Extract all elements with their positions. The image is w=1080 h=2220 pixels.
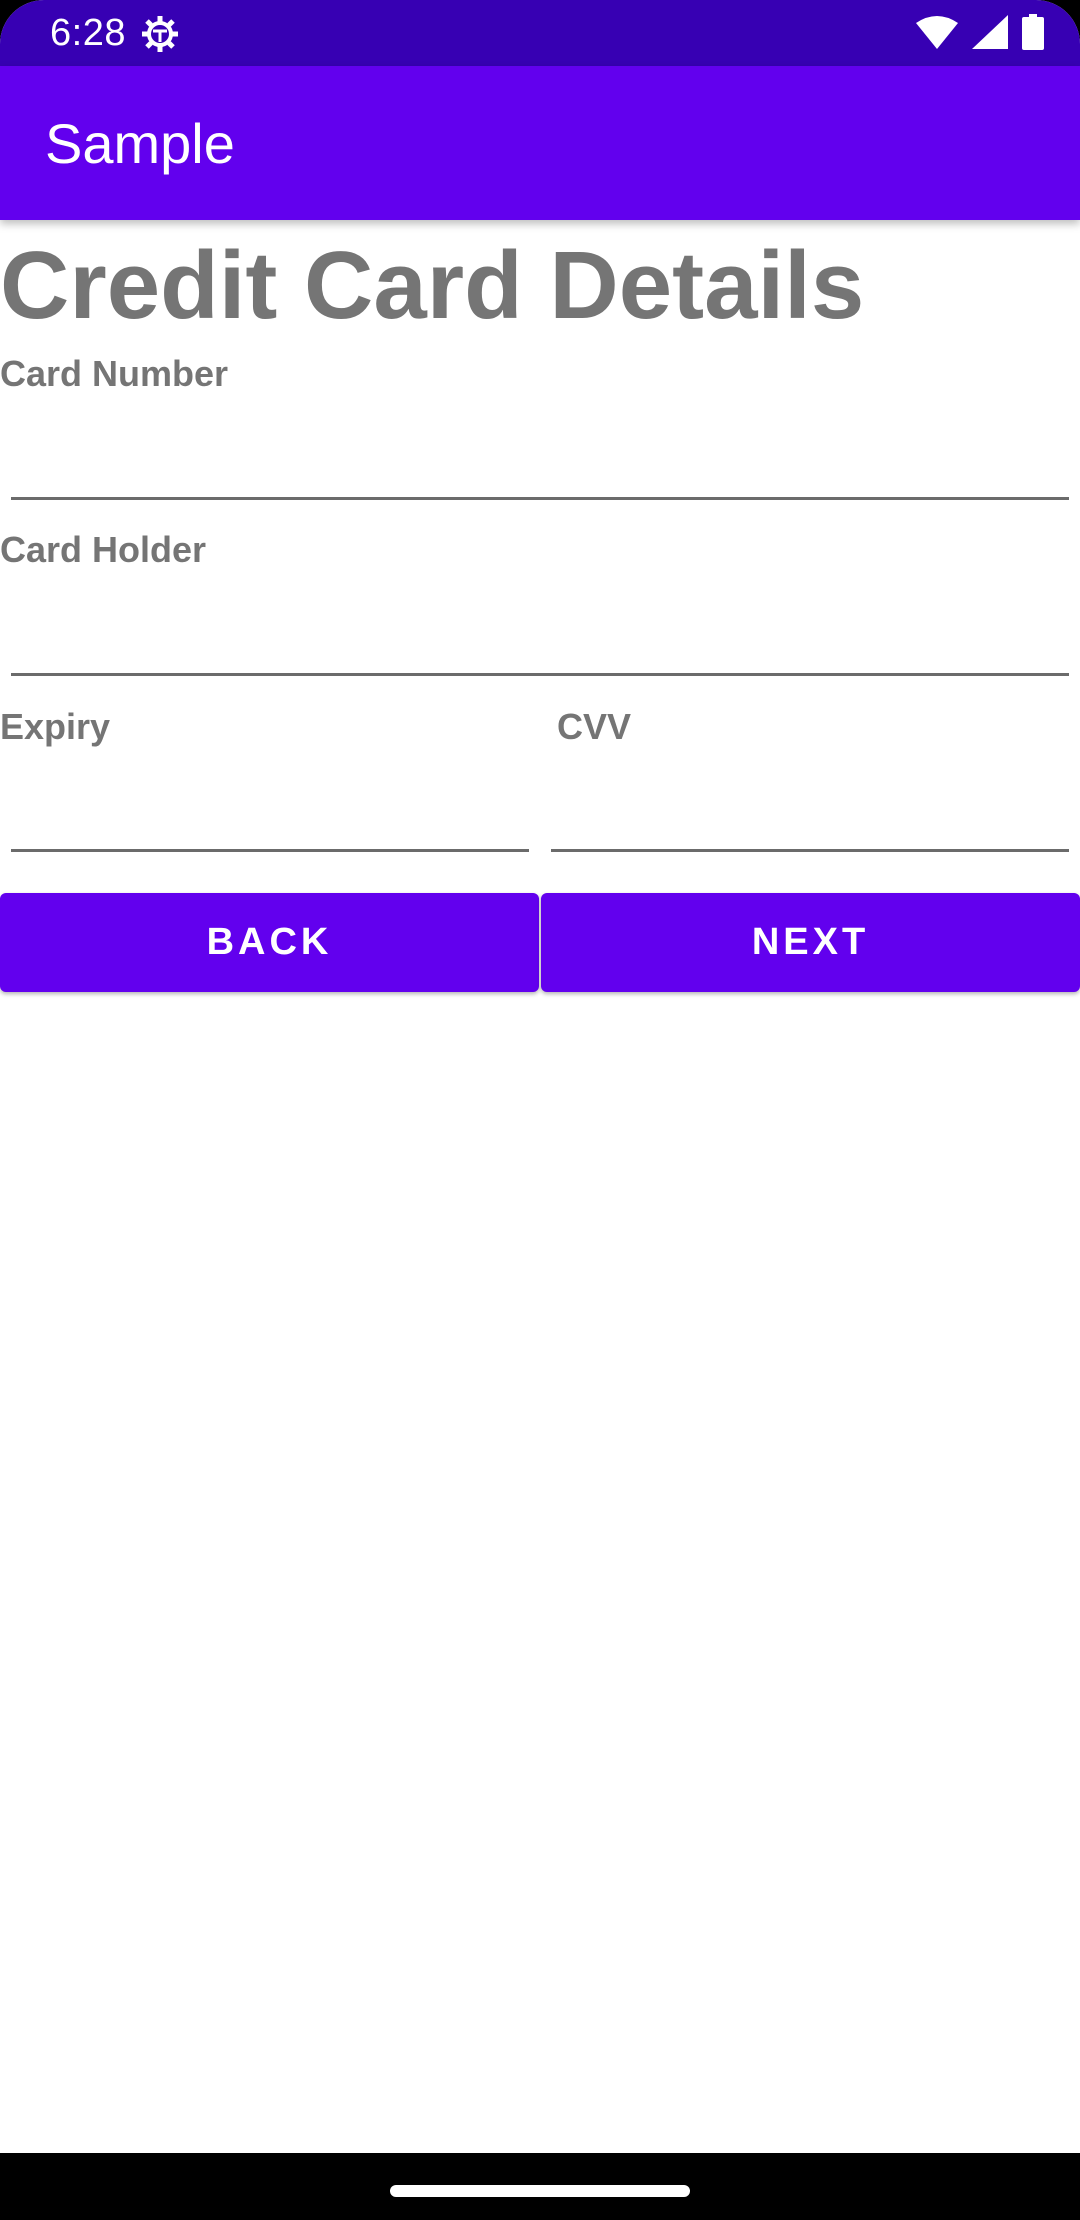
app-screen: 6:28 Sample Credit Card Details Card Num… <box>0 0 1080 2220</box>
page-title: Credit Card Details <box>0 232 865 339</box>
wifi-icon <box>916 15 958 54</box>
card-number-label: Card Number <box>0 353 229 394</box>
back-button[interactable]: BACK <box>0 893 539 992</box>
navigation-bar <box>0 2153 1080 2220</box>
cellular-signal-icon <box>972 14 1008 54</box>
app-bar: Sample <box>0 66 1080 220</box>
cvv-label: CVV <box>557 706 632 747</box>
next-button[interactable]: NEXT <box>541 893 1080 992</box>
expiry-input[interactable] <box>11 776 529 852</box>
card-number-input[interactable] <box>11 424 1069 500</box>
expiry-label: Expiry <box>0 706 111 747</box>
card-holder-input[interactable] <box>11 600 1069 676</box>
settings-gear-icon <box>140 14 180 54</box>
cvv-input[interactable] <box>551 776 1069 852</box>
status-time: 6:28 <box>50 12 126 54</box>
status-bar: 6:28 <box>0 0 1080 66</box>
card-holder-label: Card Holder <box>0 529 207 570</box>
app-title: Sample <box>45 112 235 175</box>
home-gesture-handle[interactable] <box>390 2185 690 2197</box>
status-icons <box>916 13 1044 55</box>
battery-icon <box>1022 13 1044 55</box>
